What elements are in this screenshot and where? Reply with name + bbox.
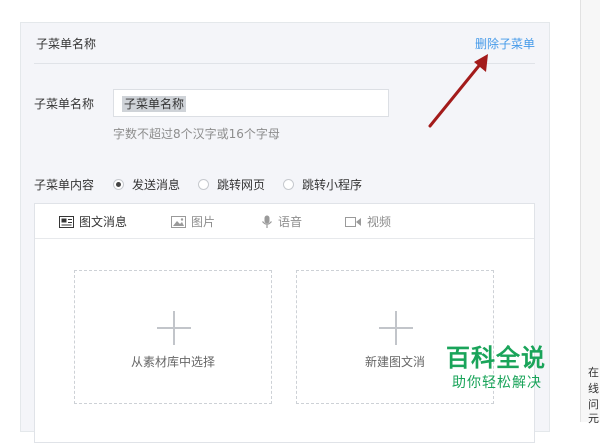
radio-label: 发送消息 [132, 177, 181, 192]
sidebar-text: 在 [588, 366, 599, 379]
plus-icon [379, 311, 413, 345]
content-field-label: 子菜单内容 [34, 178, 95, 192]
content-type-radio-group: 发送消息 跳转网页 跳转小程序 [113, 175, 380, 193]
select-from-library-box[interactable]: 从素材库中选择 [74, 270, 272, 404]
tab-label: 图文消息 [79, 215, 128, 229]
page-left-margin [0, 0, 20, 422]
name-field-label: 子菜单名称 [34, 97, 95, 111]
tab-news[interactable]: 图文消息 [59, 213, 127, 230]
tab-video[interactable]: 视频 [345, 213, 391, 230]
message-editor: 图文消息 图片 语音 视频 从素材库中选择 新建图文消 [34, 203, 535, 443]
tab-image[interactable]: 图片 [171, 213, 215, 230]
panel-title: 子菜单名称 [36, 37, 97, 51]
radio-send-message[interactable]: 发送消息 [113, 176, 180, 193]
watermark-title: 百科全说 [446, 344, 546, 372]
right-sidebar [580, 0, 600, 422]
radio-label: 跳转网页 [217, 177, 266, 192]
image-icon [171, 215, 186, 228]
tab-label: 语音 [278, 215, 303, 229]
submenu-name-input[interactable]: 子菜单名称 [113, 89, 389, 117]
watermark-subtitle: 助你轻松解决 [452, 375, 542, 391]
tab-label: 视频 [367, 215, 392, 229]
microphone-icon [262, 215, 272, 228]
sidebar-text: 元 [588, 412, 599, 425]
sidebar-text: 线 [588, 382, 599, 395]
radio-jump-webpage[interactable]: 跳转网页 [198, 176, 265, 193]
name-hint: 字数不超过8个汉字或16个字母 [113, 127, 280, 141]
radio-dot [283, 178, 295, 190]
video-icon [345, 216, 361, 227]
tab-label: 图片 [191, 215, 216, 229]
select-from-library-label: 从素材库中选择 [130, 355, 215, 369]
tab-voice[interactable]: 语音 [261, 213, 302, 230]
plus-icon [157, 311, 191, 345]
radio-jump-miniprogram[interactable]: 跳转小程序 [283, 176, 362, 193]
submenu-name-value: 子菜单名称 [122, 96, 187, 112]
message-type-tabs: 图文消息 图片 语音 视频 [35, 204, 534, 239]
radio-dot [198, 178, 210, 190]
radio-dot-checked [113, 178, 124, 190]
news-icon [59, 215, 74, 228]
annotation-arrow-icon [428, 54, 488, 128]
radio-label: 跳转小程序 [302, 177, 363, 192]
